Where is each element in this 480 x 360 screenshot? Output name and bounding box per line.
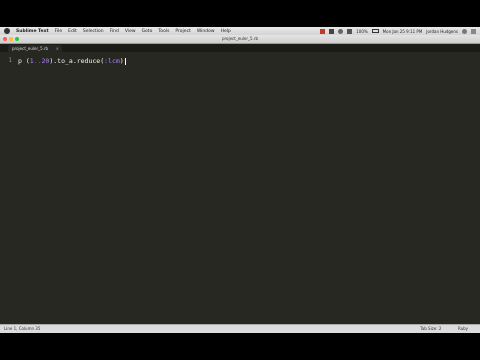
volume-icon[interactable] [347, 28, 353, 34]
code-token-symbol: :lcm [104, 57, 120, 65]
menu-view[interactable]: View [125, 29, 136, 34]
battery-icon [371, 29, 379, 33]
app-tray-icon[interactable] [329, 28, 335, 34]
tab-bar: project_euler_5.rb × [0, 44, 480, 52]
window-title: project_euler_5.rb [221, 36, 259, 41]
menu-window[interactable]: Window [197, 29, 215, 34]
menu-app-name[interactable]: Sublime Text [16, 29, 49, 34]
line-number: 1 [8, 57, 12, 64]
tab-size-selector[interactable]: Tab Size: 2 [420, 325, 441, 333]
user-name[interactable]: Jordan Hudgens [426, 29, 458, 34]
code-token-close-paren: ) [119, 57, 124, 65]
window-title-bar: project_euler_5.rb [0, 35, 480, 44]
code-editor[interactable]: 1 p (1..20).to_a.reduce(:lcm) [0, 53, 480, 321]
menu-bar-tray: 100% Mon Jan 25 9:11 PM Jordan Hudgens [320, 27, 476, 35]
clock[interactable]: Mon Jan 25 9:11 PM [383, 29, 423, 34]
menu-find[interactable]: Find [110, 29, 119, 34]
menu-project[interactable]: Project [175, 29, 190, 34]
menu-goto[interactable]: Goto [142, 29, 153, 34]
menu-edit[interactable]: Edit [68, 29, 77, 34]
wifi-icon[interactable] [338, 28, 344, 34]
syntax-selector[interactable]: Ruby [458, 325, 468, 333]
text-cursor [124, 57, 126, 65]
recording-icon[interactable] [320, 28, 326, 34]
cursor-position: Line 1, Column 35 [4, 326, 41, 331]
menu-file[interactable]: File [55, 29, 63, 34]
screen: Sublime Text File Edit Selection Find Vi… [0, 27, 480, 333]
menu-help[interactable]: Help [221, 29, 231, 34]
notification-center-icon[interactable] [471, 28, 476, 34]
tab-label: project_euler_5.rb [12, 46, 49, 51]
close-tab-icon[interactable]: × [56, 45, 59, 52]
menu-tools[interactable]: Tools [158, 29, 169, 34]
code-token-p: p [18, 57, 26, 65]
apple-icon[interactable] [4, 28, 10, 34]
code-token-range-operator: .. [33, 57, 42, 65]
spotlight-icon[interactable] [462, 28, 467, 34]
menu-selection[interactable]: Selection [83, 29, 104, 34]
code-token-method-chain: .to_a.reduce( [53, 57, 105, 65]
tab-project-euler-5[interactable]: project_euler_5.rb × [8, 45, 62, 52]
status-bar: Line 1, Column 35 Tab Size: 2 Ruby [0, 324, 480, 333]
code-line-1[interactable]: p (1..20).to_a.reduce(:lcm) [18, 57, 126, 65]
battery-percentage[interactable]: 100% [356, 29, 367, 34]
macos-menu-bar: Sublime Text File Edit Selection Find Vi… [0, 27, 480, 35]
